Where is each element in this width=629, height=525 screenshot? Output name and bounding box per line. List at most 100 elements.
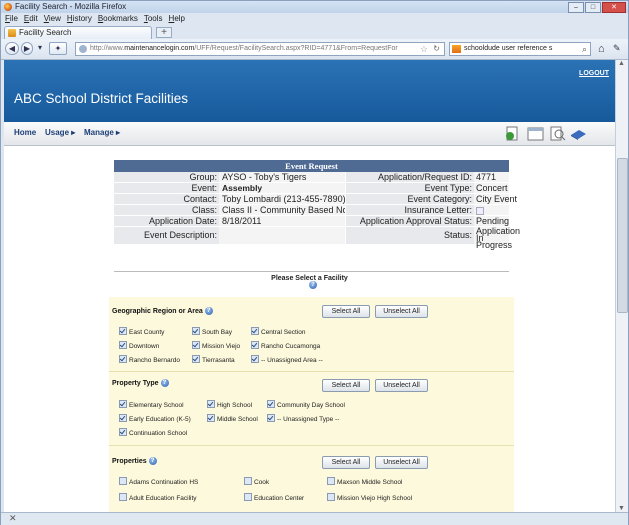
checkbox[interactable] [207, 400, 215, 408]
url-bar[interactable]: http://www.maintenancelogin.com/UFF/Requ… [75, 42, 445, 56]
checkbox[interactable] [192, 327, 200, 335]
menu-history[interactable]: History [67, 13, 92, 24]
checkbox[interactable] [327, 477, 335, 485]
scroll-up-icon[interactable]: ▲ [618, 60, 625, 67]
checkbox[interactable] [192, 355, 200, 363]
export-icon[interactable] [504, 125, 521, 142]
property-option[interactable]: Adams Continuation HS [119, 477, 198, 486]
back-button[interactable]: ◀ [5, 42, 19, 55]
scroll-down-icon[interactable]: ▼ [618, 505, 625, 512]
checkbox[interactable] [251, 327, 259, 335]
property-type-option[interactable]: Middle School [207, 414, 258, 423]
region-option[interactable]: Central Section [251, 327, 305, 336]
property-option[interactable]: Education Center [244, 493, 304, 502]
option-label: Early Education (K-5) [129, 416, 191, 423]
calendar-icon[interactable] [527, 125, 544, 142]
property-type-select-all-button[interactable]: Select All [322, 379, 370, 392]
region-option[interactable]: Mission Viejo [192, 341, 240, 350]
scroll-thumb[interactable] [617, 158, 628, 313]
close-addon-bar-icon[interactable]: ✕ [9, 513, 17, 524]
region-option[interactable]: Downtown [119, 341, 159, 350]
help-book-icon[interactable] [570, 125, 587, 142]
property-type-option[interactable]: High School [207, 400, 252, 409]
property-type-option[interactable]: Early Education (K-5) [119, 414, 191, 423]
reload-icon[interactable]: ↻ [433, 43, 440, 55]
checkbox[interactable] [244, 493, 252, 501]
property-option[interactable]: Cook [244, 477, 269, 486]
forward-button[interactable]: ▶ [21, 42, 33, 55]
checkbox[interactable] [207, 414, 215, 422]
nav-usage[interactable]: Usage ▸ [45, 128, 75, 137]
property-option[interactable]: Adult Education Facility [119, 493, 197, 502]
site-identity-icon[interactable] [79, 45, 87, 53]
bookmark-star-icon[interactable]: ☆ [420, 43, 428, 55]
tab-facility-search[interactable]: Facility Search [4, 26, 152, 39]
home-icon[interactable]: ⌂ [598, 43, 605, 55]
region-option[interactable]: -- Unassigned Area -- [251, 355, 323, 364]
property-option[interactable]: Mission Viejo High School [327, 493, 412, 502]
checkbox[interactable] [119, 428, 127, 436]
help-icon[interactable]: ? [204, 307, 213, 315]
help-icon[interactable]: ? [160, 379, 169, 387]
nav-home[interactable]: Home [14, 128, 36, 137]
option-label: Cook [254, 479, 270, 486]
approval-status-value: Pending [474, 216, 510, 226]
help-icon[interactable]: ? [148, 457, 157, 465]
new-tab-button[interactable]: + [156, 27, 172, 38]
menu-file[interactable]: File [5, 13, 18, 24]
property-type-option[interactable]: Elementary School [119, 400, 184, 409]
option-label: -- Unassigned Area -- [261, 357, 323, 364]
addons-icon[interactable]: ✎ [613, 43, 621, 54]
checkbox[interactable] [119, 355, 127, 363]
checkbox[interactable] [251, 355, 259, 363]
property-type-option[interactable]: Community Day School [267, 400, 345, 409]
nav-manage[interactable]: Manage ▸ [84, 128, 120, 137]
checkbox[interactable] [192, 341, 200, 349]
checkbox[interactable] [267, 400, 275, 408]
search-document-icon[interactable] [549, 125, 566, 142]
page-content: LOGOUT ABC School District Facilities Ho… [4, 60, 615, 512]
property-option[interactable]: Maxson Middle School [327, 477, 402, 486]
region-option[interactable]: Rancho Cucamonga [251, 341, 320, 350]
checkbox[interactable] [119, 341, 127, 349]
menu-bookmarks[interactable]: Bookmarks [98, 13, 138, 24]
region-unselect-all-button[interactable]: Unselect All [375, 305, 428, 318]
properties-select-all-button[interactable]: Select All [322, 456, 370, 469]
minimize-button[interactable]: – [568, 2, 584, 13]
checkbox[interactable] [119, 477, 127, 485]
logout-link[interactable]: LOGOUT [579, 70, 609, 77]
vertical-scrollbar[interactable]: ▲ ▼ [615, 60, 628, 512]
property-type-option[interactable]: -- Unassigned Type -- [267, 414, 339, 423]
checkbox[interactable] [119, 327, 127, 335]
checkbox[interactable] [267, 414, 275, 422]
region-option[interactable]: South Bay [192, 327, 232, 336]
menu-edit[interactable]: Edit [24, 13, 38, 24]
checkbox[interactable] [119, 414, 127, 422]
menu-tools[interactable]: Tools [144, 13, 163, 24]
maximize-button[interactable]: □ [585, 2, 601, 13]
region-option[interactable]: Rancho Bernardo [119, 355, 180, 364]
event-row: Event Description: Status: Application I… [114, 227, 520, 250]
checkbox[interactable] [327, 493, 335, 501]
checkbox[interactable] [119, 400, 127, 408]
menu-help[interactable]: Help [169, 13, 185, 24]
region-option[interactable]: Tierrasanta [192, 355, 235, 364]
property-type-option[interactable]: Continuation School [119, 428, 187, 437]
menu-view[interactable]: View [44, 13, 61, 24]
help-icon[interactable]: ? [309, 281, 317, 289]
checkbox[interactable] [251, 341, 259, 349]
search-bar[interactable]: schooldude user reference s ⌕ [449, 42, 591, 56]
region-select-all-button[interactable]: Select All [322, 305, 370, 318]
home-site-icon[interactable]: ✦ [49, 42, 67, 55]
search-icon[interactable]: ⌕ [582, 43, 587, 55]
event-description-label: Event Description: [114, 227, 219, 244]
property-type-unselect-all-button[interactable]: Unselect All [375, 379, 428, 392]
history-dropdown-icon[interactable]: ▾ [35, 42, 45, 55]
checkbox[interactable] [244, 477, 252, 485]
search-engine-icon[interactable] [452, 45, 461, 53]
region-option[interactable]: East County [119, 327, 164, 336]
checkbox[interactable] [119, 493, 127, 501]
browser-window: Facility Search - Mozilla Firefox – □ ✕ … [0, 0, 629, 525]
properties-unselect-all-button[interactable]: Unselect All [375, 456, 428, 469]
close-window-button[interactable]: ✕ [602, 2, 626, 13]
